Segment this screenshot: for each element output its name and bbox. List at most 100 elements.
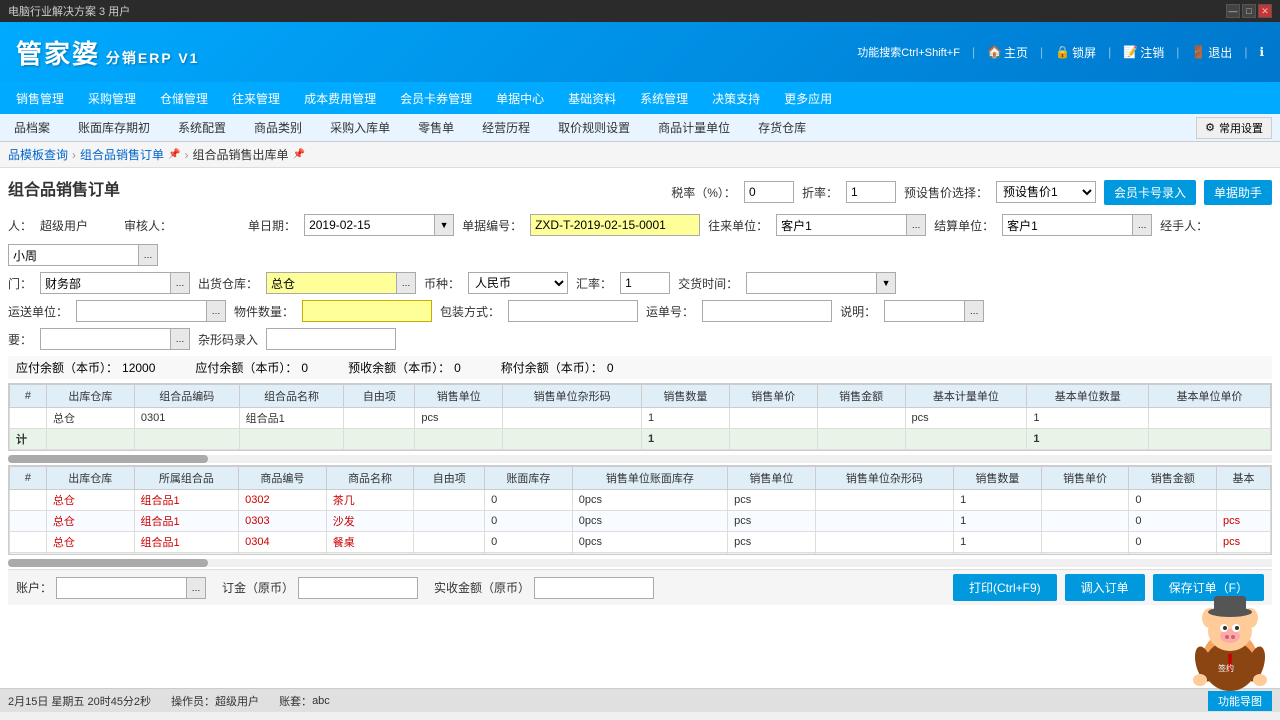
barcode-input[interactable]	[266, 328, 396, 350]
account-btn[interactable]: …	[186, 577, 206, 599]
logout-link[interactable]: 📝 注销	[1123, 44, 1164, 61]
received-input[interactable]	[534, 577, 654, 599]
summary-payable: 应付余额（本币）： 12000	[16, 359, 155, 376]
toolbar-product-category[interactable]: 商品类别	[248, 117, 308, 138]
note-input[interactable]	[884, 300, 964, 322]
nav-cost[interactable]: 成本费用管理	[292, 82, 388, 114]
toolbar-uom[interactable]: 商品计量单位	[652, 117, 736, 138]
barcode-label: 杂形码录入	[198, 331, 258, 348]
toolbar-price-rule[interactable]: 取价规则设置	[552, 117, 636, 138]
warehouse-btn[interactable]: …	[396, 272, 416, 294]
nav-purchase[interactable]: 采购管理	[76, 82, 148, 114]
nav-warehouse[interactable]: 仓储管理	[148, 82, 220, 114]
product-table-container: # 出库仓库 所属组合品 商品编号 商品名称 自由项 账面库存 销售单位账面库存…	[8, 465, 1272, 555]
preset-price-select[interactable]: 预设售价1	[996, 181, 1096, 203]
nav-sales[interactable]: 销售管理	[4, 82, 76, 114]
date-input[interactable]	[304, 214, 434, 236]
th-base-uom: 基本计量单位	[905, 385, 1027, 408]
order-input[interactable]	[298, 577, 418, 599]
home-link[interactable]: 🏠 主页	[987, 44, 1028, 61]
to-unit-btn[interactable]: …	[906, 214, 926, 236]
to-unit-input[interactable]	[776, 214, 906, 236]
logo-subtitle: 分销ERP V1	[100, 50, 199, 66]
require-btn[interactable]: …	[170, 328, 190, 350]
lock-link[interactable]: 🔒 锁屏	[1055, 44, 1096, 61]
scroll-bar-2[interactable]	[8, 559, 1272, 567]
nav-decision[interactable]: 决策支持	[700, 82, 772, 114]
status-datetime: 2月15日 星期五 20时45分2秒	[8, 693, 151, 709]
window-controls[interactable]: — □ ✕	[1226, 4, 1272, 18]
trade-time-input[interactable]	[746, 272, 876, 294]
dept-input[interactable]	[40, 272, 170, 294]
shipping-btn[interactable]: …	[206, 300, 226, 322]
settings-button[interactable]: ⚙ 常用设置	[1196, 117, 1272, 139]
print-button[interactable]: 打印(Ctrl+F9)	[953, 574, 1057, 601]
tax-rate-input[interactable]	[744, 181, 794, 203]
dept-btn[interactable]: …	[170, 272, 190, 294]
table-row[interactable]: 总仓 组合品1 0304 餐桌 0 0pcs pcs 1 0 pcs	[10, 532, 1271, 553]
note-btn[interactable]: …	[964, 300, 984, 322]
import-order-button[interactable]: 调入订单	[1065, 574, 1145, 601]
nav-system[interactable]: 系统管理	[628, 82, 700, 114]
trade-time-btn[interactable]: ▼	[876, 272, 896, 294]
to-unit-combo: …	[776, 214, 926, 236]
bc-combo-out: 组合品销售出库单	[192, 146, 288, 163]
toolbar-ledger-init[interactable]: 账面库存期初	[72, 117, 156, 138]
pre-collect-label: 预收余额（本币）：	[348, 359, 450, 376]
member-card-btn[interactable]: 会员卡号录入	[1104, 180, 1196, 205]
toolbar-stock-wh[interactable]: 存货仓库	[752, 117, 812, 138]
nav-member[interactable]: 会员卡券管理	[388, 82, 484, 114]
handler-btn[interactable]: …	[138, 244, 158, 266]
close-btn[interactable]: ✕	[1258, 4, 1272, 18]
currency-combo: 人民币	[468, 272, 568, 294]
th-sales-price: 销售单价	[729, 385, 817, 408]
settle-btn[interactable]: …	[1132, 214, 1152, 236]
bill-assistant-btn[interactable]: 单据助手	[1204, 180, 1272, 205]
pack-label: 包装方式：	[440, 303, 500, 320]
toolbar-product-file[interactable]: 品档案	[8, 117, 56, 138]
bc-template[interactable]: 品模板查询	[8, 146, 68, 163]
shipping-no-input[interactable]	[702, 300, 832, 322]
received-group: 实收金额（原币）	[434, 577, 654, 599]
toolbar-sys-config[interactable]: 系统配置	[172, 117, 232, 138]
nav-bill-center[interactable]: 单据中心	[484, 82, 556, 114]
warehouse-input[interactable]	[266, 272, 396, 294]
settle-combo: …	[1002, 214, 1152, 236]
info-link[interactable]: ℹ	[1259, 45, 1264, 59]
item-count-input[interactable]	[302, 300, 432, 322]
nav-basic[interactable]: 基础资料	[556, 82, 628, 114]
maximize-btn[interactable]: □	[1242, 4, 1256, 18]
shipping-input[interactable]	[76, 300, 206, 322]
toolbar-retail[interactable]: 零售单	[412, 117, 460, 138]
exit-link[interactable]: 🚪 退出	[1191, 44, 1232, 61]
settle-input[interactable]	[1002, 214, 1132, 236]
date-dropdown-btn[interactable]: ▼	[434, 214, 454, 236]
pre-collect-value: 0	[454, 361, 461, 375]
bc-combo-sales[interactable]: 组合品销售订单	[80, 146, 164, 163]
toolbar-purchase-in[interactable]: 采购入库单	[324, 117, 396, 138]
nav-dealings[interactable]: 往来管理	[220, 82, 292, 114]
summary-pre-collect: 预收余额（本币）： 0	[348, 359, 461, 376]
preset-price-label: 预设售价选择：	[904, 184, 988, 201]
person-value: 超级用户	[40, 217, 88, 234]
handler-input[interactable]	[8, 244, 138, 266]
account-combo: …	[56, 577, 206, 599]
order-group: 订金（原币）	[222, 577, 418, 599]
table-row[interactable]: 总仓 组合品1 0303 沙发 0 0pcs pcs 1 0 pcs	[10, 511, 1271, 532]
scroll-bar-1[interactable]	[8, 455, 1272, 463]
exchange-input[interactable]	[620, 272, 670, 294]
bill-no-label: 单据编号：	[462, 217, 522, 234]
minimize-btn[interactable]: —	[1226, 4, 1240, 18]
currency-select[interactable]: 人民币	[468, 272, 568, 294]
bill-no-input[interactable]	[530, 214, 700, 236]
toolbar-history[interactable]: 经营历程	[476, 117, 536, 138]
nav-more[interactable]: 更多应用	[772, 82, 844, 114]
form-row-3: 运送单位： … 物件数量： 包装方式： 运单号： 说明： …	[8, 300, 1272, 322]
table-row[interactable]: 总仓 组合品1 0302 茶几 0 0pcs pcs 1 0	[10, 490, 1271, 511]
pack-input[interactable]	[508, 300, 638, 322]
require-input[interactable]	[40, 328, 170, 350]
table-row[interactable]: 总仓 0301 组合品1 pcs 1 pcs 1	[10, 408, 1271, 429]
discount-input[interactable]	[846, 181, 896, 203]
account-input[interactable]	[56, 577, 186, 599]
require-combo: …	[40, 328, 190, 350]
